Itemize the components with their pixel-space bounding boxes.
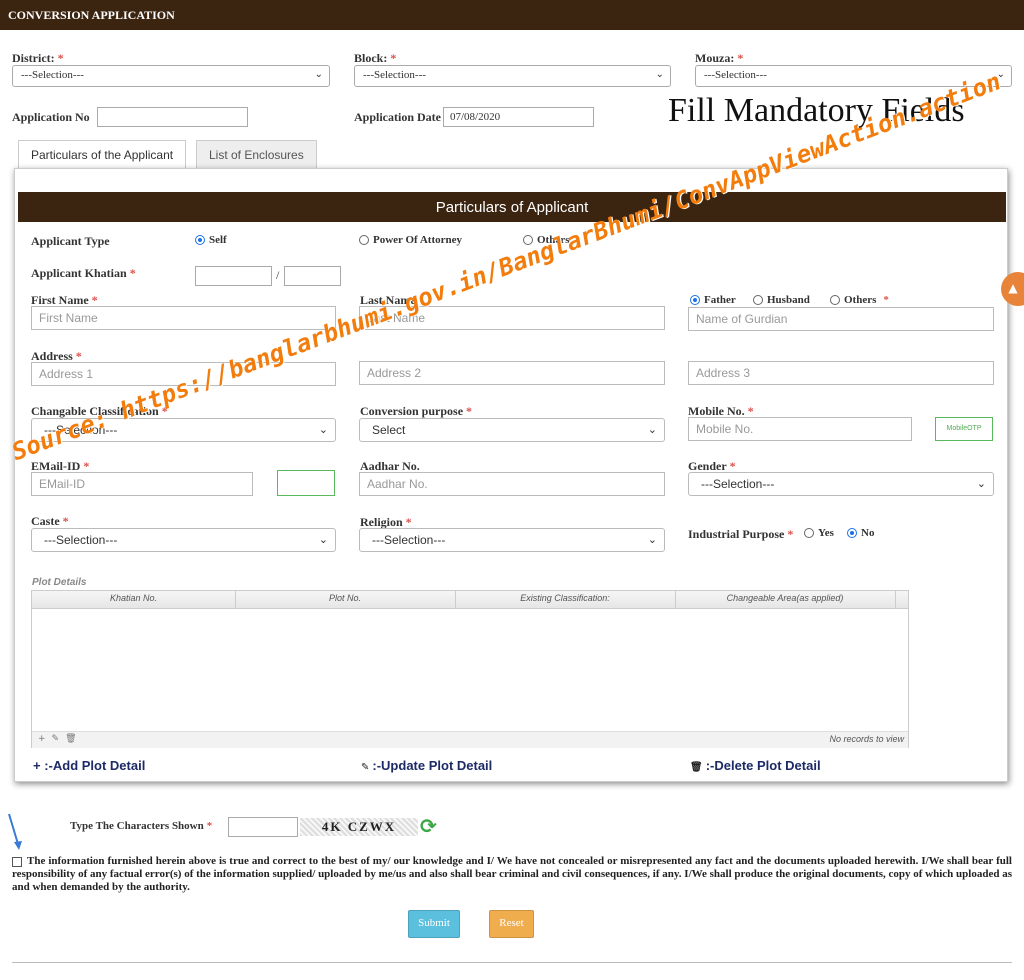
declaration-text: The information furnished herein above i… — [12, 855, 1012, 893]
first-name-input[interactable]: First Name — [31, 306, 336, 330]
radio-icon — [753, 295, 763, 305]
grid-pager: +✎🗑 No records to view — [32, 731, 908, 748]
grid-tool-icons[interactable]: +✎🗑 — [38, 734, 83, 744]
address-3-input[interactable]: Address 3 — [688, 361, 994, 385]
chevron-down-icon: ⌄ — [318, 533, 328, 546]
chevron-down-icon: ⌄ — [647, 423, 657, 436]
plot-details-label: Plot Details — [32, 577, 87, 588]
caste-label: Caste * — [31, 514, 69, 528]
email-otp-button[interactable] — [277, 470, 335, 496]
arrow-up-icon: ▲ — [1008, 281, 1018, 295]
reset-button[interactable]: Reset — [489, 910, 534, 938]
guardian-name-input[interactable]: Name of Gurdian — [688, 307, 994, 331]
khatian-input-1[interactable] — [195, 266, 272, 286]
pointer-arrow-icon — [8, 813, 22, 850]
radio-icon — [359, 235, 369, 245]
email-input[interactable]: EMail-ID — [31, 472, 253, 496]
radio-icon — [830, 295, 840, 305]
conversion-purpose-label: Conversion purpose * — [360, 404, 473, 418]
radio-father[interactable]: Father — [690, 294, 736, 306]
chevron-down-icon: ⌄ — [976, 477, 986, 490]
radio-industrial-no[interactable]: No — [847, 527, 874, 539]
pencil-icon: ✎ — [361, 762, 370, 773]
radio-husband[interactable]: Husband — [753, 294, 810, 306]
radio-power-of-attorney[interactable]: Power Of Attorney — [359, 234, 462, 246]
district-select[interactable]: ---Selection--- ⌄ — [12, 65, 330, 87]
aadhar-input[interactable]: Aadhar No. — [359, 472, 665, 496]
page-title: CONVERSION APPLICATION — [8, 8, 175, 22]
gender-select[interactable]: ---Selection--- ⌄ — [688, 472, 994, 496]
grid-header: Khatian No. Plot No. Existing Classifica… — [32, 591, 908, 609]
mobile-input[interactable]: Mobile No. — [688, 417, 912, 441]
khatian-input-2[interactable] — [284, 266, 341, 286]
captcha-input[interactable] — [228, 817, 298, 837]
chevron-down-icon: ⌄ — [655, 69, 664, 80]
app-header: CONVERSION APPLICATION — [0, 0, 1024, 30]
captcha-image: 4K CZWX — [300, 818, 418, 836]
delete-plot-detail-link[interactable]: 🗑:-Delete Plot Detail — [690, 758, 821, 773]
industrial-purpose-label: Industrial Purpose * — [688, 527, 794, 541]
radio-self[interactable]: Self — [195, 234, 227, 246]
grid-divider — [895, 591, 896, 609]
grid-column-header[interactable]: Changeable Area(as applied) — [675, 593, 895, 603]
radio-guardian-others[interactable]: Others * — [830, 294, 889, 306]
trash-icon: 🗑 — [690, 762, 703, 773]
mouza-label: Mouza: * — [695, 51, 744, 65]
radio-selected-icon — [195, 235, 205, 245]
plot-details-grid: Khatian No. Plot No. Existing Classifica… — [31, 590, 909, 748]
submit-button[interactable]: Submit — [408, 910, 460, 938]
grid-column-header[interactable]: Khatian No. — [32, 593, 235, 603]
radio-selected-icon — [847, 528, 857, 538]
application-date-label: Application Date — [354, 110, 441, 124]
application-no-input[interactable] — [97, 107, 248, 127]
chevron-down-icon: ⌄ — [318, 423, 328, 436]
block-select[interactable]: ---Selection--- ⌄ — [354, 65, 671, 87]
grid-empty-text: No records to view — [829, 734, 904, 744]
radio-industrial-yes[interactable]: Yes — [804, 527, 834, 539]
religion-select[interactable]: ---Selection--- ⌄ — [359, 528, 665, 552]
tab-enclosures[interactable]: List of Enclosures — [196, 140, 317, 169]
applicant-type-label: Applicant Type — [31, 234, 110, 248]
chevron-down-icon: ⌄ — [647, 533, 657, 546]
refresh-captcha-icon[interactable]: ⟳ — [420, 814, 437, 838]
application-date-input[interactable]: 07/08/2020 — [443, 107, 594, 127]
panel-title: Particulars of Applicant — [18, 192, 1006, 222]
update-plot-detail-link[interactable]: ✎:-Update Plot Detail — [361, 758, 492, 773]
footer-divider — [12, 962, 1012, 963]
grid-column-header[interactable]: Plot No. — [235, 593, 455, 603]
address-2-input[interactable]: Address 2 — [359, 361, 665, 385]
mobile-otp-button[interactable]: MobileOTP — [935, 417, 993, 441]
add-plot-detail-link[interactable]: + :-Add Plot Detail — [33, 758, 145, 773]
chevron-down-icon: ⌄ — [314, 69, 323, 80]
application-no-label: Application No — [12, 110, 90, 124]
tab-particulars[interactable]: Particulars of the Applicant — [18, 140, 187, 169]
captcha-label: Type The Characters Shown * — [70, 820, 213, 832]
radio-selected-icon — [690, 295, 700, 305]
district-label: District: * — [12, 51, 64, 65]
applicant-khatian-label: Applicant Khatian * — [31, 266, 136, 280]
grid-column-header[interactable]: Existing Classification: — [455, 593, 675, 603]
radio-icon — [804, 528, 814, 538]
caste-select[interactable]: ---Selection--- ⌄ — [31, 528, 336, 552]
khatian-separator: / — [276, 268, 280, 282]
block-label: Block: * — [354, 51, 397, 65]
conversion-purpose-select[interactable]: Select ⌄ — [359, 418, 665, 442]
